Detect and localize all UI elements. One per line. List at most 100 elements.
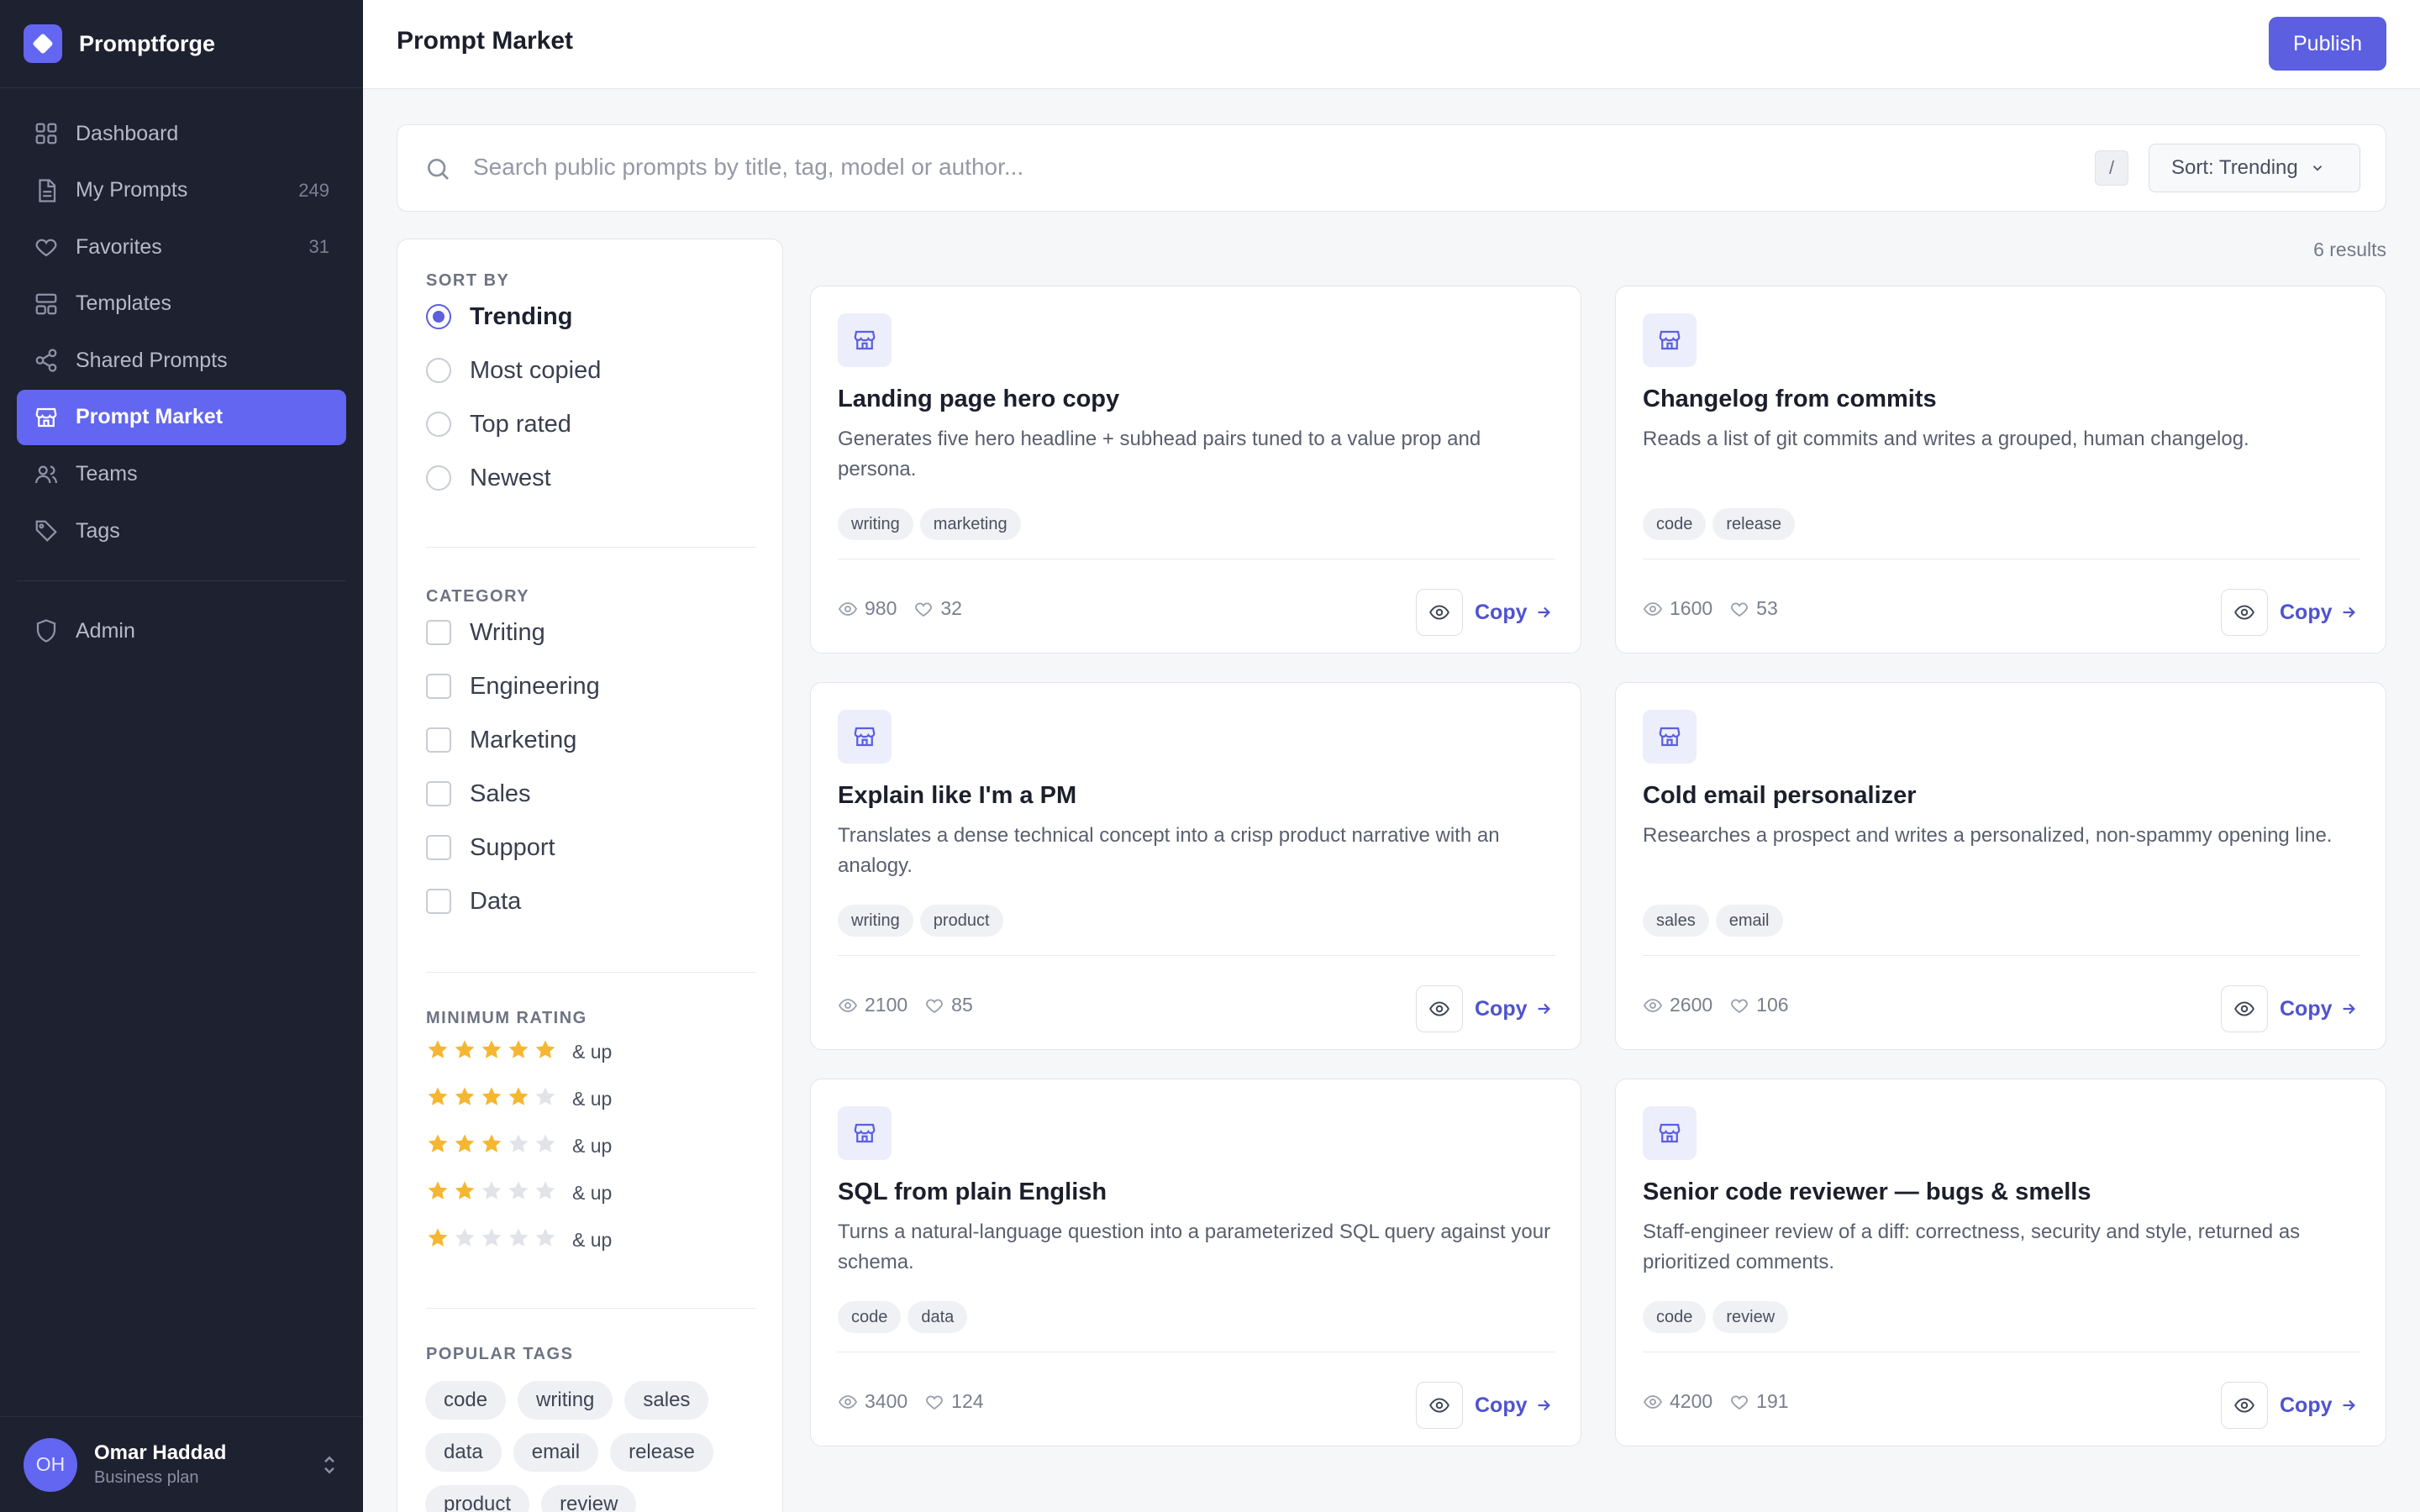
prompt-card[interactable]: Changelog from commits Reads a list of g… [1615,286,2386,654]
sidebar-item-label: Favorites [76,234,162,259]
sort-option-top-rated[interactable]: Top rated [426,406,571,443]
card-title[interactable]: Explain like I'm a PM [838,782,1076,810]
preview-button[interactable] [1416,1382,1463,1429]
rating-option-5[interactable]: & up [426,1037,612,1066]
sidebar-item-favorites[interactable]: Favorites 31 [17,219,346,275]
prompt-card[interactable]: Cold email personalizer Researches a pro… [1615,682,2386,1050]
card-tag[interactable]: writing [838,905,913,937]
sidebar-item-label: My Prompts [76,178,188,202]
copy-button[interactable]: Copy [2280,596,2358,629]
card-title[interactable]: Changelog from commits [1643,386,1937,413]
preview-button[interactable] [1416,985,1463,1032]
rating-option-2[interactable]: & up [426,1179,612,1207]
brand[interactable]: Promptforge [24,24,215,64]
prompt-card[interactable]: Landing page hero copy Generates five he… [810,286,1581,654]
tag-chip[interactable]: writing [518,1381,613,1420]
eye-icon [2234,1398,2254,1413]
card-tag[interactable]: email [1715,905,1783,937]
chevron-down-icon [2312,165,2322,171]
star-filled-icon [428,1086,448,1105]
sidebar-item-templates[interactable]: Templates [17,276,346,332]
heart-icon [1731,1395,1749,1410]
category-label: Support [470,833,555,861]
card-title[interactable]: Senior code reviewer — bugs & smells [1643,1179,2091,1206]
copy-button[interactable]: Copy [1475,1389,1553,1422]
sidebar-item-dashboard[interactable]: Dashboard [17,106,346,161]
star-filled-icon [508,1039,529,1058]
publish-button[interactable]: Publish [2269,17,2386,71]
heart-icon [915,602,933,617]
category-title: CATEGORY [426,587,530,606]
search-input[interactable]: Search public prompts by title, tag, mod… [473,154,1023,181]
radio [426,412,451,437]
preview-button[interactable] [1416,589,1463,636]
copy-button[interactable]: Copy [1475,992,1553,1026]
card-title[interactable]: SQL from plain English [838,1179,1107,1206]
rating-option-3[interactable]: & up [426,1131,612,1160]
star-filled-icon [455,1133,475,1152]
tag-icon [35,520,57,542]
card-tag[interactable]: code [1643,1301,1707,1333]
star-filled-icon [428,1133,448,1152]
card-tag[interactable]: review [1712,1301,1789,1333]
card-tag[interactable]: release [1712,508,1795,540]
card-tag[interactable]: sales [1643,905,1709,937]
heart-icon [926,999,944,1013]
sidebar-item-count: 249 [298,179,329,201]
sort-select[interactable]: Sort: Trending [2149,144,2360,192]
prompt-card[interactable]: Explain like I'm a PM Translates a dense… [810,682,1581,1050]
tag-chip[interactable]: product [425,1485,530,1512]
card-title[interactable]: Landing page hero copy [838,386,1119,413]
rating-suffix: & up [572,1134,613,1157]
sort-option-trending[interactable]: Trending [426,298,572,335]
share-icon [35,349,57,372]
prompt-card[interactable]: SQL from plain English Turns a natural-l… [810,1079,1581,1446]
copy-button[interactable]: Copy [2280,992,2358,1026]
divider [0,87,363,88]
tag-chip[interactable]: data [425,1433,502,1472]
card-tag[interactable]: writing [838,508,913,540]
rating-option-1[interactable]: & up [426,1226,612,1254]
rating-suffix: & up [572,1087,613,1110]
category-sales[interactable]: Sales [426,775,531,812]
card-title[interactable]: Cold email personalizer [1643,782,1917,810]
sort-option-newest[interactable]: Newest [426,459,551,496]
sidebar-item-shared-prompts[interactable]: Shared Prompts [17,333,346,388]
copy-button[interactable]: Copy [2280,1389,2358,1422]
card-tag[interactable]: code [838,1301,902,1333]
category-data[interactable]: Data [426,883,521,920]
card-stats: 3400 124 [838,1390,984,1413]
sidebar-item-teams[interactable]: Teams [17,447,346,502]
sort-option-most-copied[interactable]: Most copied [426,352,601,389]
preview-button[interactable] [2221,1382,2268,1429]
tag-chip[interactable]: code [425,1381,507,1420]
tag-chip[interactable]: release [610,1433,713,1472]
divider [426,1308,755,1309]
store-icon [838,710,892,764]
checkbox [426,727,451,753]
card-tag[interactable]: code [1643,508,1707,540]
rating-suffix: & up [572,1181,613,1204]
category-support[interactable]: Support [426,829,555,866]
template-icon [35,293,57,315]
sidebar-item-admin[interactable]: Admin [17,603,346,659]
tag-chip[interactable]: sales [624,1381,709,1420]
preview-button[interactable] [2221,985,2268,1032]
card-tag[interactable]: marketing [919,508,1021,540]
tag-chip[interactable]: review [541,1485,637,1512]
sidebar-item-tags[interactable]: Tags [17,503,346,559]
category-engineering[interactable]: Engineering [426,668,600,705]
category-marketing[interactable]: Marketing [426,722,576,759]
sidebar-item-label: Tags [76,518,120,543]
sidebar-item-my-prompts[interactable]: My Prompts 249 [17,163,346,218]
user-menu[interactable]: OH Omar Haddad Business plan [0,1416,363,1512]
sidebar-item-prompt-market[interactable]: Prompt Market [17,389,346,445]
copy-button[interactable]: Copy [1475,596,1553,629]
category-writing[interactable]: Writing [426,614,545,651]
preview-button[interactable] [2221,589,2268,636]
card-tag[interactable]: product [919,905,1003,937]
rating-option-4[interactable]: & up [426,1084,612,1113]
card-tag[interactable]: data [908,1301,968,1333]
tag-chip[interactable]: email [513,1433,599,1472]
prompt-card[interactable]: Senior code reviewer — bugs & smells Sta… [1615,1079,2386,1446]
